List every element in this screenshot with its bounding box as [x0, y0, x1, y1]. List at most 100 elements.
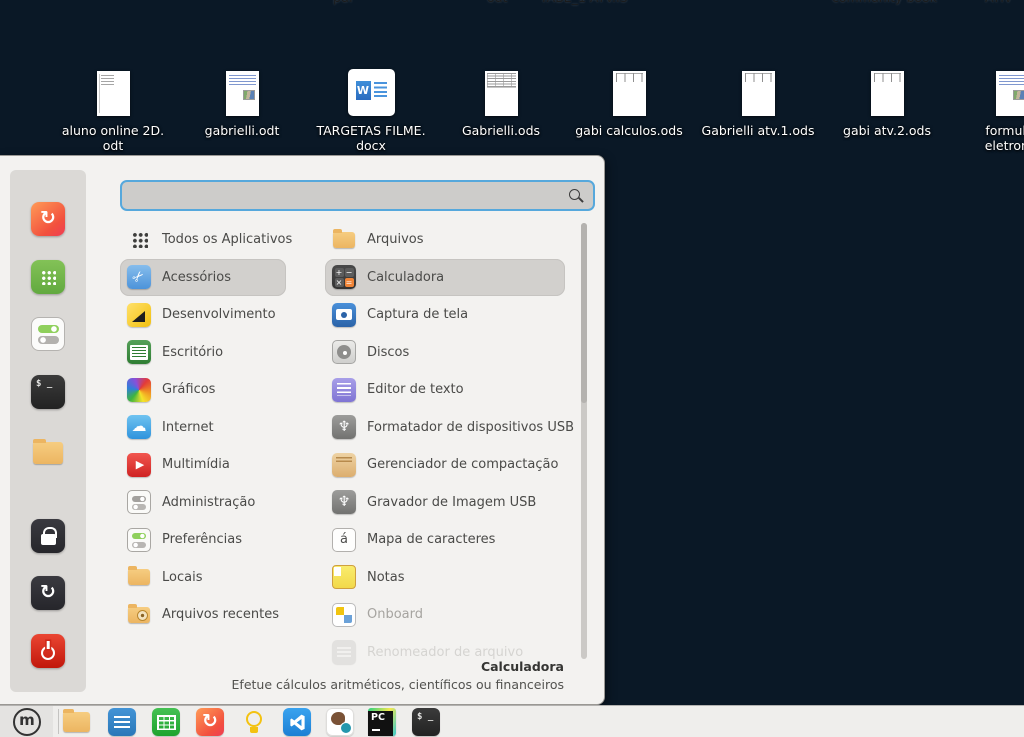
app-usb-formatter[interactable]: Formatador de dispositivos USB: [325, 409, 565, 447]
pycharm-launcher[interactable]: [368, 708, 396, 736]
shutdown-icon[interactable]: [31, 634, 65, 668]
app-list-scrollbar[interactable]: [581, 223, 587, 659]
category-multimedia[interactable]: Multimídia: [120, 446, 286, 484]
desktop-icon-label: Gabrielli atv.1.ods: [702, 123, 815, 138]
lightbulb-launcher[interactable]: [240, 708, 268, 736]
cutoff-file-label: TABE_1 ATV.IS: [540, 0, 628, 5]
grid-icon: [127, 228, 151, 252]
category-internet[interactable]: Internet: [120, 409, 286, 447]
desktop-icon-gabrielli-ods[interactable]: Gabrielli.ods: [441, 64, 561, 138]
logout-icon[interactable]: [31, 576, 65, 610]
vscode-launcher[interactable]: [283, 708, 311, 736]
pycharm-icon: [372, 729, 380, 731]
selected-app-info: Calculadora Efetue cálculos aritméticos,…: [232, 659, 564, 692]
desktop-icon-formulario[interactable]: formuláreletronic: [952, 64, 1024, 153]
desktop-icon-aluno-online[interactable]: aluno online 2D.odt: [53, 64, 173, 153]
usb-icon: [332, 490, 356, 514]
desktop-icon-gabi-calculos[interactable]: gabi calculos.ods: [569, 64, 689, 138]
lock-screen-icon[interactable]: [31, 519, 65, 553]
selected-app-title: Calculadora: [232, 659, 564, 674]
usb-icon: [332, 415, 356, 439]
scissors-icon: [127, 265, 151, 289]
camera-icon: [332, 303, 356, 327]
desktop-icon-gabrielli-odt[interactable]: gabrielli.odt: [182, 64, 302, 138]
recent-folder-icon: [127, 603, 151, 627]
category-places[interactable]: Locais: [120, 559, 286, 597]
office-icon: [127, 340, 151, 364]
cutoff-file-label: odt: [487, 0, 507, 5]
desktop-icon-label: formuláreletronic: [985, 123, 1024, 153]
character-map-icon: [332, 528, 356, 552]
app-onboard[interactable]: Onboard: [325, 596, 565, 634]
application-list: Arquivos Calculadora Captura de tela Dis…: [325, 221, 565, 671]
taskbar: [0, 705, 1024, 737]
menu-button[interactable]: [0, 706, 53, 737]
spreadsheet-thumbnail-icon: [613, 71, 646, 116]
category-office[interactable]: Escritório: [120, 334, 286, 372]
folder-icon: [63, 712, 90, 732]
taskbar-separator: [58, 709, 59, 734]
search-input[interactable]: [122, 182, 593, 209]
category-accessories[interactable]: Acessórios: [120, 259, 286, 297]
document-thumbnail-icon: [97, 71, 130, 116]
desktop-icon-label: aluno online 2D.odt: [62, 123, 164, 153]
dbeaver-launcher[interactable]: [326, 708, 354, 736]
text-editor-icon: [332, 378, 356, 402]
desktop-icon-targetas-filme[interactable]: TARGETAS FILME.docx: [311, 64, 431, 153]
document-thumbnail-icon: [996, 71, 1024, 116]
desktop-icon-gabrielli-atv1[interactable]: Gabrielli atv.1.ods: [698, 64, 818, 138]
search-bar: [120, 180, 595, 211]
app-character-map[interactable]: Mapa de caracteres: [325, 521, 565, 559]
system-settings-icon[interactable]: [31, 317, 65, 351]
desktop-icon-label: Gabrielli.ods: [462, 123, 540, 138]
graphics-icon: [127, 378, 151, 402]
vscode-icon: [288, 713, 307, 732]
notes-icon: [332, 565, 356, 589]
desktop-icon-label: gabi calculos.ods: [575, 123, 682, 138]
desktop-icon-label: gabi atv.2.ods: [843, 123, 931, 138]
files-launcher[interactable]: [62, 708, 90, 736]
category-graphics[interactable]: Gráficos: [120, 371, 286, 409]
software-manager-icon[interactable]: [31, 260, 65, 294]
category-recent-files[interactable]: Arquivos recentes: [120, 596, 286, 634]
app-screenshot[interactable]: Captura de tela: [325, 296, 565, 334]
cutoff-file-label: ATIV: [985, 0, 1012, 5]
document-thumbnail-icon: [226, 71, 259, 116]
spreadsheet-thumbnail-icon: [871, 71, 904, 116]
libreoffice-writer-launcher[interactable]: [108, 708, 136, 736]
cutoff-file-label: pdf: [333, 0, 353, 5]
files-icon[interactable]: [31, 436, 65, 470]
desktop-icon-gabi-atv2[interactable]: gabi atv.2.ods: [827, 64, 947, 138]
power-icon: [41, 646, 55, 660]
terminal-launcher[interactable]: [412, 708, 440, 736]
category-development[interactable]: Desenvolvimento: [120, 296, 286, 334]
spreadsheet-thumbnail-icon: [485, 71, 518, 116]
terminal-icon[interactable]: [31, 375, 65, 409]
folder-icon: [33, 442, 63, 464]
mint-logo-icon: [13, 708, 41, 736]
category-all-applications[interactable]: Todos os Aplicativos: [120, 221, 286, 259]
category-administration[interactable]: Administração: [120, 484, 286, 522]
padlock-icon: [41, 534, 56, 545]
app-archive-manager[interactable]: Gerenciador de compactação: [325, 446, 565, 484]
app-calculator[interactable]: Calculadora: [325, 259, 565, 297]
spreadsheet-thumbnail-icon: [742, 71, 775, 116]
app-usb-image-writer[interactable]: Gravador de Imagem USB: [325, 484, 565, 522]
app-notes[interactable]: Notas: [325, 559, 565, 597]
scrollbar-thumb[interactable]: [581, 223, 587, 403]
desktop-icon-label: gabrielli.odt: [205, 123, 280, 138]
category-preferences[interactable]: Preferências: [120, 521, 286, 559]
cloud-icon: [127, 415, 151, 439]
folder-icon: [127, 565, 151, 589]
firefox-icon[interactable]: [31, 202, 65, 236]
search-icon: [569, 189, 580, 200]
app-text-editor[interactable]: Editor de texto: [325, 371, 565, 409]
folder-icon: [332, 228, 356, 252]
desktop-icon-label: TARGETAS FILME.docx: [316, 123, 425, 153]
libreoffice-calc-launcher[interactable]: [152, 708, 180, 736]
firefox-launcher[interactable]: [196, 708, 224, 736]
lightbulb-icon: [246, 711, 262, 727]
app-files[interactable]: Arquivos: [325, 221, 565, 259]
cutoff-file-label: community book: [832, 0, 937, 5]
app-disks[interactable]: Discos: [325, 334, 565, 372]
